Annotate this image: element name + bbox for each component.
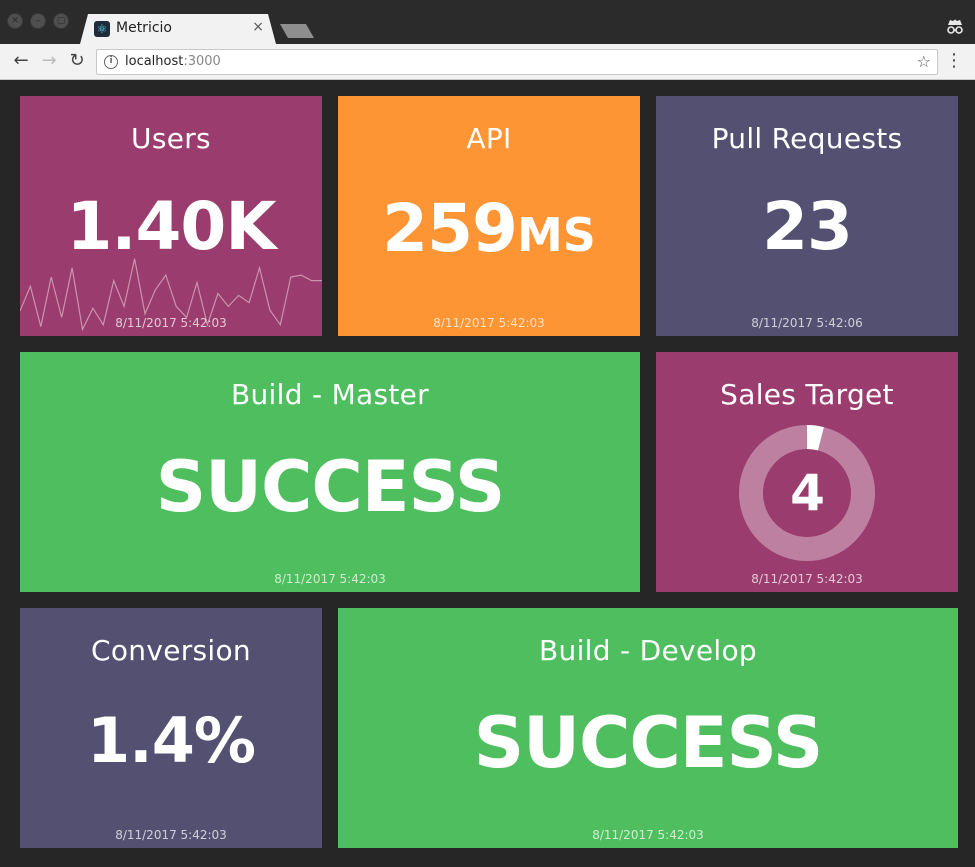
- browser-tab[interactable]: ⚛ Metricio ×: [80, 14, 276, 44]
- tile-title: Build - Master: [230, 378, 429, 411]
- info-icon[interactable]: i: [104, 55, 118, 69]
- tile-build-master: Build - Master SUCCESS 8/11/2017 5:42:03: [20, 352, 640, 592]
- tile-value: 1.4%: [87, 704, 256, 777]
- tile-pull-requests: Pull Requests 23 8/11/2017 5:42:06: [656, 96, 958, 336]
- forward-arrow-icon[interactable]: →: [38, 50, 60, 72]
- window-maximize-button[interactable]: ▢: [53, 13, 69, 29]
- tile-title: Pull Requests: [711, 122, 903, 155]
- tile-title: API: [466, 122, 512, 155]
- tile-sales-target: Sales Target 4 8/11/2017 5:42:03: [656, 352, 958, 592]
- tile-value: 259MS: [382, 190, 596, 267]
- tile-conversion: Conversion 1.4% 8/11/2017 5:42:03: [20, 608, 322, 848]
- tile-value: 4: [790, 464, 825, 522]
- react-icon: ⚛: [94, 21, 110, 37]
- tile-build-develop: Build - Develop SUCCESS 8/11/2017 5:42:0…: [338, 608, 958, 848]
- incognito-icon: [947, 19, 963, 34]
- tile-api: API 259MS 8/11/2017 5:42:03: [338, 96, 640, 336]
- tile-timestamp: 8/11/2017 5:42:03: [115, 316, 227, 330]
- window-titlebar: ✕ – ▢ ⚛ Metricio ×: [0, 0, 975, 44]
- new-tab-button[interactable]: [280, 24, 314, 38]
- window-minimize-button[interactable]: –: [30, 13, 46, 29]
- url-text[interactable]: localhost:3000: [125, 54, 221, 69]
- tile-value: SUCCESS: [155, 446, 506, 528]
- bookmark-star-icon[interactable]: ☆: [917, 52, 931, 71]
- tile-value: 23: [762, 188, 853, 265]
- tile-title: Sales Target: [720, 378, 894, 411]
- reload-icon[interactable]: ↻: [66, 50, 88, 72]
- window-close-button[interactable]: ✕: [7, 13, 23, 29]
- browser-toolbar: ← → ↻ i localhost:3000 ☆ ⋮: [0, 44, 975, 80]
- tile-timestamp: 8/11/2017 5:42:06: [751, 316, 863, 330]
- tile-title: Users: [131, 122, 211, 155]
- back-arrow-icon[interactable]: ←: [10, 50, 32, 72]
- address-bar[interactable]: i localhost:3000 ☆: [96, 49, 938, 75]
- tile-timestamp: 8/11/2017 5:42:03: [433, 316, 545, 330]
- tile-timestamp: 8/11/2017 5:42:03: [751, 572, 863, 586]
- tab-close-icon[interactable]: ×: [252, 19, 264, 35]
- tile-title: Build - Develop: [539, 634, 757, 667]
- tile-value: SUCCESS: [473, 702, 824, 784]
- tile-unit: MS: [516, 208, 596, 262]
- menu-kebab-icon[interactable]: ⋮: [945, 50, 963, 72]
- tile-value: 1.40K: [66, 188, 277, 265]
- tile-users: Users 1.40K 8/11/2017 5:42:03: [20, 96, 322, 336]
- tile-timestamp: 8/11/2017 5:42:03: [115, 828, 227, 842]
- tile-timestamp: 8/11/2017 5:42:03: [274, 572, 386, 586]
- tile-title: Conversion: [91, 634, 251, 667]
- tile-timestamp: 8/11/2017 5:42:03: [592, 828, 704, 842]
- tab-title: Metricio: [116, 20, 172, 36]
